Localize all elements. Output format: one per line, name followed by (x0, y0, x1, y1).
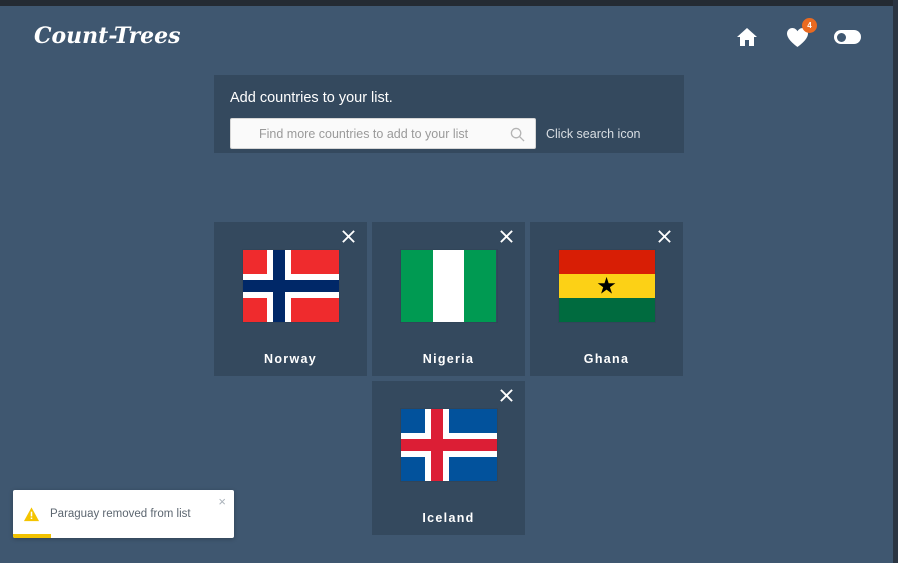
search-row: Click search icon (230, 118, 668, 149)
favourites-count-badge: 4 (802, 18, 817, 33)
country-card[interactable]: Nigeria (372, 222, 525, 376)
search-hint-label: Click search icon (546, 126, 641, 141)
panel-title: Add countries to your list. (230, 90, 393, 106)
add-countries-panel: Add countries to your list. Click search… (214, 75, 684, 153)
toast-notification[interactable]: Paraguay removed from list × (13, 490, 234, 538)
country-name: Ghana (583, 352, 630, 366)
country-name: Iceland (422, 511, 475, 525)
norway-flag-icon (242, 250, 339, 322)
header-icon-group: 4 (734, 18, 861, 50)
toast-progress-bar (13, 534, 51, 538)
warning-triangle-icon (23, 506, 40, 523)
theme-toggle[interactable] (834, 30, 861, 44)
country-card[interactable]: Norway (214, 222, 367, 376)
nigeria-flag-icon (400, 250, 497, 322)
grid-spacer (214, 381, 367, 535)
search-box[interactable] (230, 118, 536, 149)
toggle-knob (837, 32, 846, 42)
country-card-grid: Norway Nigeria ★ Ghana Iceland (214, 222, 684, 535)
country-name: Norway (264, 352, 317, 366)
flag-wrapper (372, 409, 525, 481)
toast-close-button[interactable]: × (218, 495, 226, 508)
country-card[interactable]: Iceland (372, 381, 525, 535)
country-name: Nigeria (422, 352, 475, 366)
toast-message: Paraguay removed from list (50, 508, 191, 520)
search-input[interactable] (231, 126, 535, 141)
app-logo[interactable]: Count-Trees (34, 23, 181, 49)
ghana-flag-icon: ★ (558, 250, 655, 322)
flag-wrapper: ★ (530, 250, 683, 322)
remove-country-button[interactable] (339, 227, 357, 245)
country-card[interactable]: ★ Ghana (530, 222, 683, 376)
flag-wrapper (214, 250, 367, 322)
window-top-bar (0, 0, 898, 6)
app-root: Count-Trees 4 Add countries to your list… (0, 6, 893, 563)
app-header: Count-Trees 4 (0, 6, 893, 72)
window-right-edge (893, 0, 898, 563)
remove-country-button[interactable] (655, 227, 673, 245)
remove-country-button[interactable] (497, 227, 515, 245)
remove-country-button[interactable] (497, 386, 515, 404)
flag-wrapper (372, 250, 525, 322)
favourites-heart-icon[interactable]: 4 (784, 18, 817, 50)
home-icon[interactable] (734, 24, 760, 50)
iceland-flag-icon (400, 409, 497, 481)
